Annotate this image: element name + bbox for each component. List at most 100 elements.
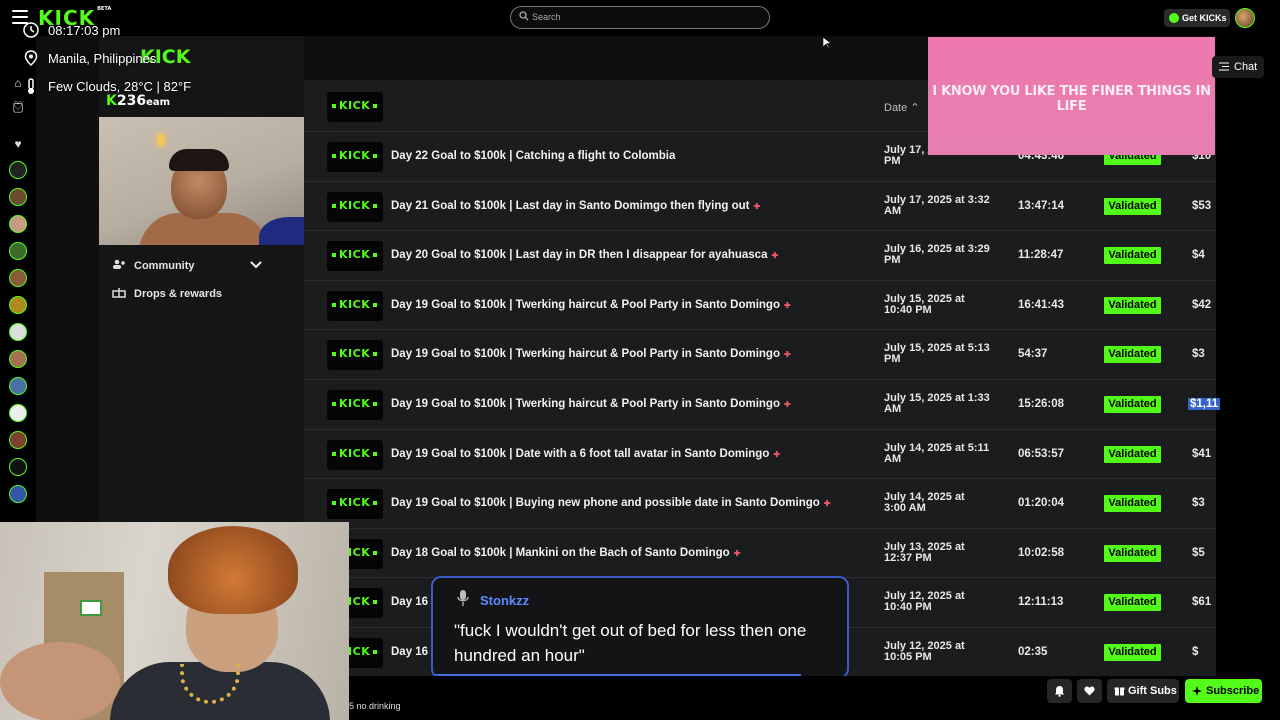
video-duration: 15:26:08 [1018,398,1065,410]
video-title[interactable]: Day 22 Goal to $100k | Catching a flight… [391,150,675,162]
video-title-text: Day 19 Goal to $100k | Buying new phone … [391,497,820,510]
get-kicks-label: Get KICKs [1182,13,1227,23]
video-duration: 54:37 [1018,348,1048,361]
channel-avatar[interactable] [9,377,27,395]
star-icon [1192,686,1202,696]
video-date-line: July 17, 2025 at 3:32 [884,193,990,206]
chevron-down-icon[interactable] [250,259,262,269]
flag-icon: ✚ [753,201,761,211]
channel-avatar[interactable] [9,458,27,476]
table-row[interactable]: KICK Day 18 Goal to $100k | Mankini on th… [304,529,1216,579]
chat-toggle-button[interactable]: Chat [1212,56,1264,78]
table-row[interactable]: KICK Day 19 Goal to $100k | Twerking hair… [304,330,1216,380]
follow-button[interactable] [1077,679,1102,703]
kick-thumb-logo: KICK [331,99,378,112]
gift-subs-button[interactable]: Gift Subs [1107,679,1179,703]
video-title[interactable]: Day 20 Goal to $100k | Last day in DR th… [391,249,778,261]
nav-community[interactable]: Community [112,259,195,272]
video-duration: 01:20:04 [1018,497,1065,510]
video-thumbnail[interactable]: KICK [327,340,383,371]
video-date: July 12, 2025 at 10:05 PM [884,641,1002,663]
video-title[interactable]: Day 18 Goal to $100k | Mankini on the Ba… [391,547,740,559]
video-earnings: $4 [1192,249,1205,262]
channel-avatar[interactable] [9,323,27,341]
table-row[interactable]: KICK Day 19 Goal to $100k | Twerking hair… [304,281,1216,331]
video-thumbnail[interactable]: KICK [327,489,383,520]
channel-avatar[interactable] [9,350,27,368]
user-avatar[interactable] [1235,8,1255,28]
video-date: July 14, 2025 at 5:11 AM [884,441,1002,465]
video-title[interactable]: Day 19 Goal to $100k | Twerking haircut … [391,348,791,360]
facecam-hair [168,526,298,614]
subscribe-button[interactable]: Subscribe [1185,679,1262,703]
kick-thumb-logo: KICK [331,446,378,460]
date-column-header[interactable]: Date ⌃ [884,101,920,114]
bell-icon [1055,686,1064,697]
channel-avatar[interactable] [9,404,27,422]
video-date-line: July 14, 2025 at 5:11 [884,441,990,454]
table-row[interactable]: KICK Day 21 Goal to $100k | Last day in S… [304,182,1216,232]
video-title[interactable]: Day 19 Goal to $100k | Buying new phone … [391,497,831,509]
video-thumbnail[interactable]: KICK [327,290,383,321]
message-text: "fuck I wouldn't get out of bed for less… [454,621,807,665]
heart-icon[interactable]: ♡ [10,99,26,115]
weather-overlay: Few Clouds, 28°C | 82°F [28,78,192,94]
status-badge: Validated [1104,544,1161,562]
channel-avatar[interactable] [9,242,27,260]
video-date-line: AM [884,204,902,217]
location-text: Manila, Philippines [48,51,157,66]
video-title-text: Day 19 Goal to $100k | Date with a 6 foo… [391,447,770,460]
channel-avatar[interactable] [9,188,27,206]
video-title-text: Day 19 Goal to $100k | Twerking haircut … [391,298,780,311]
search-input[interactable]: Search [510,6,770,29]
video-date-line: 3:00 AM [884,502,926,515]
video-title[interactable]: Day 19 Goal to $100k | Twerking haircut … [391,299,791,311]
video-title[interactable]: Day 19 Goal to $100k | Date with a 6 foo… [391,448,780,460]
video-duration: 06:53:57 [1018,447,1065,460]
video-earnings: $ [1192,646,1199,658]
channel-avatar[interactable] [9,215,27,233]
video-date: July 15, 2025 at 5:13 PM [884,343,1002,365]
microphone-icon [457,590,469,606]
video-date-line: AM [884,403,902,415]
weather-text: Few Clouds, 28°C | 82°F [48,79,192,94]
status-badge: Validated [1104,396,1161,413]
gift-icon [1114,687,1125,696]
stream-prefix: 236 [116,93,147,109]
video-date: July 15, 2025 at 1:33 AM [884,393,1002,415]
video-title[interactable]: Day 19 Goal to $100k | Twerking haircut … [391,398,791,410]
video-thumbnail[interactable]: KICK [327,439,383,470]
video-thumbnail[interactable]: KICK [327,142,383,172]
location-pin-icon [24,50,38,67]
table-row[interactable]: KICK Day 19 Goal to $100k | Buying new ph… [304,479,1216,529]
table-row[interactable]: KICK Day 19 Goal to $100k | Twerking hair… [304,380,1221,430]
get-kicks-button[interactable]: Get KICKs [1164,9,1230,27]
video-duration: 16:41:43 [1018,298,1065,311]
table-row[interactable]: KICK Day 19 Goal to $100k | Date with a 6… [304,430,1216,480]
video-duration: 11:28:47 [1018,249,1064,262]
channel-avatar[interactable] [9,296,27,314]
table-row[interactable]: KICK Day 20 Goal to $100k | Last day in D… [304,231,1216,281]
video-thumbnail[interactable]: KICK [327,241,383,272]
followed-channels-rail: ⌂ ▢ ♡ ♥ [0,36,36,526]
video-title-text: Day 18 Goal to $100k | Mankini on the Ba… [391,546,730,559]
facecam [0,522,349,720]
channel-avatar[interactable] [9,431,27,449]
notification-button[interactable] [1047,679,1072,703]
video-thumbnail[interactable]: KICK [327,390,383,420]
nav-drops-rewards[interactable]: Drops & rewards [112,287,222,300]
video-date-line: 10:40 PM [884,601,932,614]
header-thumbnail: KICK [327,92,383,122]
community-icon [113,259,125,269]
video-date-line: July 15, 2025 at 5:13 [884,342,990,355]
video-title[interactable]: Day 21 Goal to $100k | Last day in Santo… [391,200,760,212]
kicks-coin-icon [1169,13,1179,23]
video-date: July 16, 2025 at 3:29 PM [884,244,1002,266]
channel-avatar[interactable] [9,269,27,287]
lamp-light [157,133,165,147]
beta-badge: BETA [97,6,112,12]
channel-avatar[interactable] [9,161,27,179]
channel-avatar[interactable] [9,485,27,503]
video-thumbnail[interactable]: KICK [327,191,383,222]
status-badge: Validated [1104,197,1161,215]
